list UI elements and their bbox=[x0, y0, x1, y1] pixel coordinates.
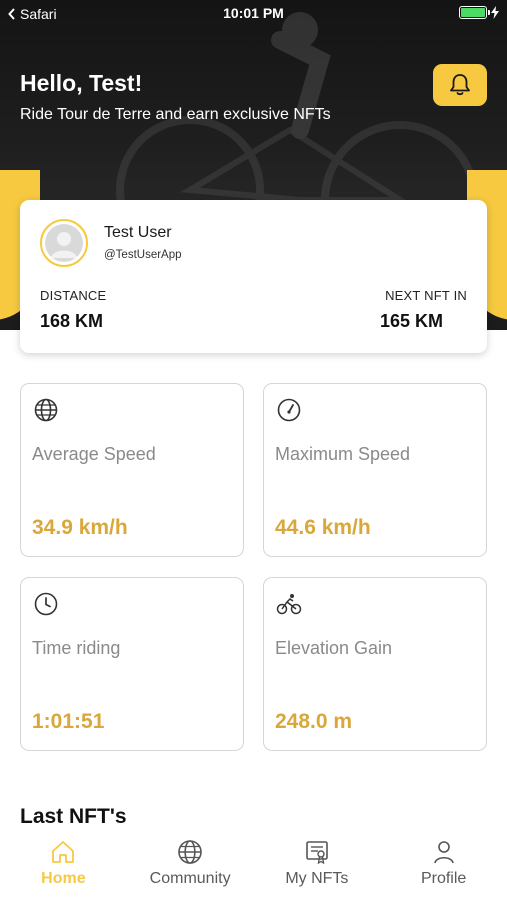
certificate-icon bbox=[306, 841, 328, 865]
distance-label: DISTANCE bbox=[40, 288, 107, 303]
bell-icon bbox=[450, 74, 470, 96]
greeting-title: Hello, Test! bbox=[20, 70, 143, 96]
stat-tile-time-riding[interactable]: Time riding 1:01:51 bbox=[20, 577, 244, 751]
stat-tile-maximum-speed[interactable]: Maximum Speed 44.6 km/h bbox=[263, 383, 487, 557]
profile-card[interactable]: Test User @TestUserApp DISTANCE 168 KM N… bbox=[20, 200, 487, 353]
user-name: Test User bbox=[104, 224, 172, 241]
charging-bolt-icon bbox=[491, 6, 499, 19]
tab-home[interactable]: Home bbox=[0, 828, 127, 900]
stat-label: Time riding bbox=[32, 638, 121, 658]
person-icon bbox=[433, 841, 454, 864]
user-handle: @TestUserApp bbox=[104, 249, 182, 261]
home-icon bbox=[52, 841, 75, 863]
greeting-subtitle: Ride Tour de Terre and earn exclusive NF… bbox=[20, 106, 331, 123]
tab-profile[interactable]: Profile bbox=[380, 828, 507, 900]
clock-icon bbox=[34, 592, 58, 616]
stat-tile-average-speed[interactable]: Average Speed 34.9 km/h bbox=[20, 383, 244, 557]
notifications-button[interactable] bbox=[433, 64, 487, 106]
tab-my-nfts[interactable]: My NFTs bbox=[254, 828, 381, 900]
distance-value: 168 KM bbox=[40, 311, 104, 331]
tab-label: My NFTs bbox=[285, 870, 349, 887]
globe-icon bbox=[178, 840, 202, 864]
avatar[interactable] bbox=[40, 219, 88, 267]
status-time: 10:01 PM bbox=[223, 5, 284, 21]
stat-label: Average Speed bbox=[32, 444, 156, 464]
stat-value: 44.6 km/h bbox=[275, 516, 371, 539]
stat-value: 248.0 m bbox=[275, 710, 353, 733]
tab-label: Profile bbox=[420, 870, 467, 887]
tab-label: Community bbox=[149, 870, 231, 887]
stat-tile-elevation-gain[interactable]: Elevation Gain 248.0 m bbox=[263, 577, 487, 751]
speedometer-icon bbox=[277, 398, 301, 422]
user-placeholder-icon bbox=[51, 232, 77, 258]
stat-value: 34.9 km/h bbox=[32, 516, 128, 539]
bottom-tab-bar: Home Community My NFTs Profile bbox=[0, 828, 507, 900]
tab-community[interactable]: Community bbox=[127, 828, 254, 900]
next-nft-value: 165 KM bbox=[380, 311, 444, 331]
battery-indicator bbox=[459, 6, 499, 19]
last-nfts-heading: Last NFT's bbox=[20, 805, 127, 828]
tab-label: Home bbox=[41, 870, 86, 887]
status-bar: Safari 10:01 PM bbox=[0, 0, 507, 28]
globe-icon bbox=[34, 398, 58, 422]
stat-label: Maximum Speed bbox=[275, 444, 411, 464]
cyclist-icon bbox=[276, 594, 302, 615]
battery-icon bbox=[459, 6, 490, 19]
next-nft-label: NEXT NFT IN bbox=[385, 288, 467, 303]
stat-value: 1:01:51 bbox=[32, 710, 105, 733]
stat-label: Elevation Gain bbox=[275, 638, 393, 658]
